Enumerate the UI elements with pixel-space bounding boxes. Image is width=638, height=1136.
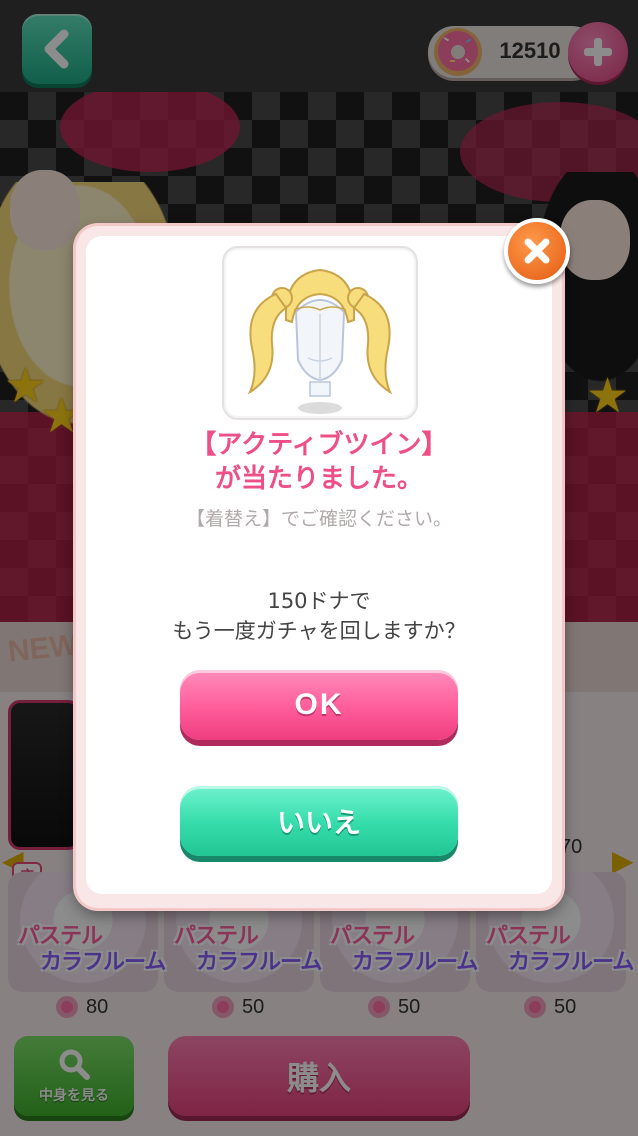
retry-question-line2: もう一度ガチャを回しますか？ — [172, 619, 466, 643]
retry-question-line1: 150ドナで — [267, 589, 371, 613]
twin-tail-hair-icon — [247, 268, 393, 414]
check-hint: 【着替え】でご確認ください。 — [185, 508, 452, 530]
won-item-name: 【アクティブツイン】 が当たりました。 — [76, 428, 562, 496]
ok-button[interactable]: OK — [180, 670, 458, 740]
won-item-name-line2: が当たりました。 — [214, 464, 423, 494]
close-button[interactable] — [504, 218, 570, 284]
close-icon — [524, 238, 550, 264]
won-item-name-line1: 【アクティブツイン】 — [190, 430, 448, 460]
retry-question: 150ドナで もう一度ガチャを回しますか？ — [76, 586, 562, 646]
won-item-frame — [222, 246, 418, 420]
ok-label: OK — [294, 688, 344, 721]
no-button[interactable]: いいえ — [180, 786, 458, 856]
no-label: いいえ — [276, 806, 361, 839]
